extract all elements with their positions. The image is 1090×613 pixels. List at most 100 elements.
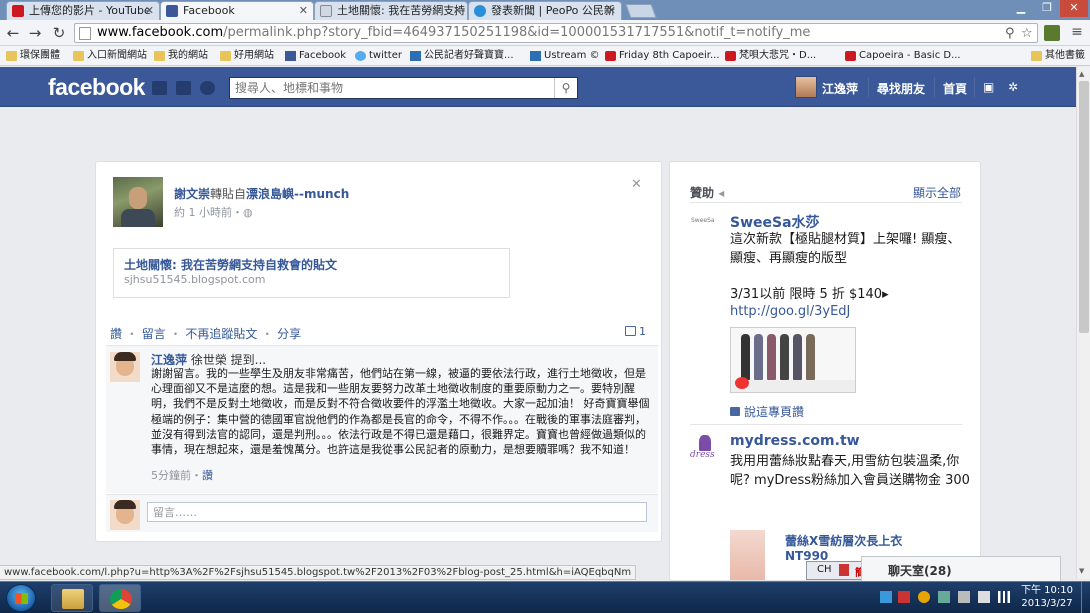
- commenter-avatar[interactable]: [110, 352, 140, 382]
- avatar[interactable]: [795, 76, 817, 98]
- notifications-globe-icon[interactable]: [200, 81, 215, 95]
- globe-icon: ◍: [243, 206, 253, 219]
- ad-image[interactable]: [730, 327, 856, 393]
- url-text: www.facebook.com/permalink.php?story_fbi…: [97, 25, 811, 40]
- messages-icon[interactable]: [176, 81, 191, 95]
- comment-link[interactable]: 留言: [142, 327, 166, 341]
- ad-image[interactable]: [730, 530, 765, 580]
- close-icon[interactable]: ✕: [299, 2, 308, 19]
- chrome-icon: [110, 589, 132, 609]
- privacy-lock-icon[interactable]: ▣: [983, 80, 994, 94]
- minimize-icon[interactable]: ▁: [1008, 0, 1034, 17]
- close-icon[interactable]: ✕: [145, 2, 154, 19]
- menu-icon[interactable]: ≡: [1070, 25, 1084, 41]
- see-all-link[interactable]: 顯示全部: [913, 184, 961, 201]
- scroll-up-arrow-icon[interactable]: ▲: [1079, 70, 1084, 78]
- scroll-down-arrow-icon[interactable]: ▼: [1079, 567, 1084, 575]
- tray-display-icon[interactable]: [978, 591, 990, 603]
- bookmark-ustream-citizen[interactable]: 公民記者好聲寶寶...: [410, 49, 514, 63]
- scroll-thumb[interactable]: [1079, 81, 1089, 333]
- sweesa-logo[interactable]: SweeSa: [691, 217, 719, 229]
- bookmark-folder[interactable]: 好用網站: [220, 49, 274, 63]
- mydress-logo[interactable]: dress: [690, 435, 720, 463]
- system-clock[interactable]: 下午 10:10 2013/3/27: [1019, 584, 1075, 610]
- facebook-logo[interactable]: facebook: [48, 74, 145, 101]
- link-title[interactable]: 土地關懷: 我在苦勞網支持自救會的貼文: [124, 256, 337, 273]
- comment-count[interactable]: 1: [625, 325, 646, 338]
- tray-app-icon[interactable]: [898, 591, 910, 603]
- tray-app-icon[interactable]: [938, 591, 950, 603]
- chrome-taskbar-button[interactable]: [99, 584, 141, 612]
- bookmark-capoeira-basic[interactable]: Capoeira - Basic D...: [845, 49, 961, 63]
- bookmark-great-compassion[interactable]: 梵唄大悲咒・D...: [725, 49, 816, 63]
- windows-logo-icon: [15, 593, 28, 604]
- clock-time: 下午 10:10: [1021, 585, 1073, 596]
- commenter-name[interactable]: 江逸萍: [151, 353, 187, 367]
- close-icon[interactable]: ✕: [453, 2, 462, 19]
- windows-taskbar: 下午 10:10 2013/3/27: [0, 581, 1090, 613]
- unfollow-link[interactable]: 不再追蹤貼文: [185, 327, 257, 341]
- home-link[interactable]: 首頁: [943, 80, 967, 97]
- comment-time[interactable]: 5分鐘前・: [151, 469, 202, 482]
- back-arrow-icon[interactable]: ←: [4, 24, 22, 42]
- ad-title[interactable]: SweeSa水莎: [730, 212, 820, 232]
- ad-link[interactable]: http://goo.gl/3yEdJ: [730, 304, 850, 319]
- tray-network-icon[interactable]: [880, 591, 892, 603]
- like-page-link[interactable]: 說這專頁讚: [730, 403, 804, 420]
- extension-icon[interactable]: [1044, 25, 1060, 41]
- comment-input[interactable]: [148, 503, 646, 521]
- comment-field: [147, 502, 647, 522]
- bookmark-folder[interactable]: 入口新聞網站: [73, 49, 147, 63]
- start-button[interactable]: [6, 584, 36, 612]
- tab-facebook[interactable]: Facebook ✕: [160, 1, 314, 20]
- bookmark-folder[interactable]: 環保團體: [6, 49, 60, 63]
- forward-arrow-icon[interactable]: →: [26, 24, 44, 42]
- ad-title[interactable]: mydress.com.tw: [730, 433, 860, 449]
- comment-bubble-icon: [625, 326, 636, 336]
- bookmark-capoeira-friday[interactable]: Friday 8th Capoeir...: [605, 49, 720, 63]
- zoom-magnifier-icon[interactable]: ⚲: [1005, 26, 1015, 41]
- author-name[interactable]: 謝文崇: [174, 187, 210, 201]
- search-icon[interactable]: ⚲: [554, 78, 577, 98]
- friend-requests-icon[interactable]: [152, 81, 167, 95]
- source-name[interactable]: 漂浪島嶼--munch: [246, 187, 349, 201]
- tab-peopo[interactable]: 發表新聞 | PeoPo 公民新 ✕: [468, 1, 622, 20]
- bookmark-facebook[interactable]: Facebook: [285, 49, 346, 63]
- comment-mention: 徐世榮 提到...: [190, 353, 267, 367]
- bookmark-ustream[interactable]: Ustream ©: [530, 49, 600, 63]
- window-close-icon[interactable]: ✕: [1060, 0, 1088, 17]
- tray-flag-icon[interactable]: [958, 591, 970, 603]
- author-avatar[interactable]: [113, 177, 163, 227]
- tab-youtube[interactable]: 上傳您的影片 - YouTube ✕: [6, 1, 160, 20]
- profile-link[interactable]: 江逸萍: [822, 80, 858, 97]
- address-bar[interactable]: www.facebook.com/permalink.php?story_fbi…: [74, 23, 1038, 43]
- post-header: 謝文崇轉貼自漂浪島嶼--munch: [174, 185, 349, 202]
- page-icon: [79, 27, 91, 40]
- dress-icon: [699, 435, 711, 451]
- page-scrollbar[interactable]: ▲ ▼: [1076, 67, 1090, 579]
- new-tab-button[interactable]: [625, 4, 657, 18]
- bookmark-folder[interactable]: 我的網站: [154, 49, 208, 63]
- like-link[interactable]: 讚: [110, 327, 122, 341]
- bookmark-star-icon[interactable]: ☆: [1021, 26, 1033, 41]
- comment-like-link[interactable]: 讚: [202, 469, 213, 482]
- chat-bar[interactable]: 聊天室(28): [861, 556, 1061, 581]
- shared-link-preview[interactable]: 土地關懷: 我在苦勞網支持自救會的貼文 sjhsu51545.blogspot.…: [113, 248, 510, 298]
- search-input[interactable]: [230, 78, 555, 98]
- tab-land-blog[interactable]: 土地關懷: 我在苦勞網支持 ✕: [314, 1, 468, 20]
- bookmark-twitter[interactable]: twitter: [355, 49, 402, 63]
- bookmark-other[interactable]: 其他書籤: [1031, 49, 1085, 63]
- show-desktop-button[interactable]: [1081, 582, 1090, 613]
- tray-app-icon[interactable]: [918, 591, 930, 603]
- reload-icon[interactable]: ↻: [50, 24, 68, 42]
- share-link[interactable]: 分享: [277, 327, 301, 341]
- close-icon[interactable]: ✕: [607, 2, 616, 19]
- close-icon[interactable]: ✕: [631, 177, 642, 192]
- tray-signal-icon[interactable]: [998, 591, 1010, 603]
- settings-gear-icon[interactable]: ✲: [1008, 80, 1018, 94]
- clock-date: 2013/3/27: [1021, 598, 1073, 609]
- find-friends-link[interactable]: 尋找朋友: [877, 80, 925, 97]
- avatar: [110, 500, 140, 530]
- maximize-icon[interactable]: ❐: [1034, 0, 1060, 17]
- explorer-taskbar-button[interactable]: [51, 584, 93, 612]
